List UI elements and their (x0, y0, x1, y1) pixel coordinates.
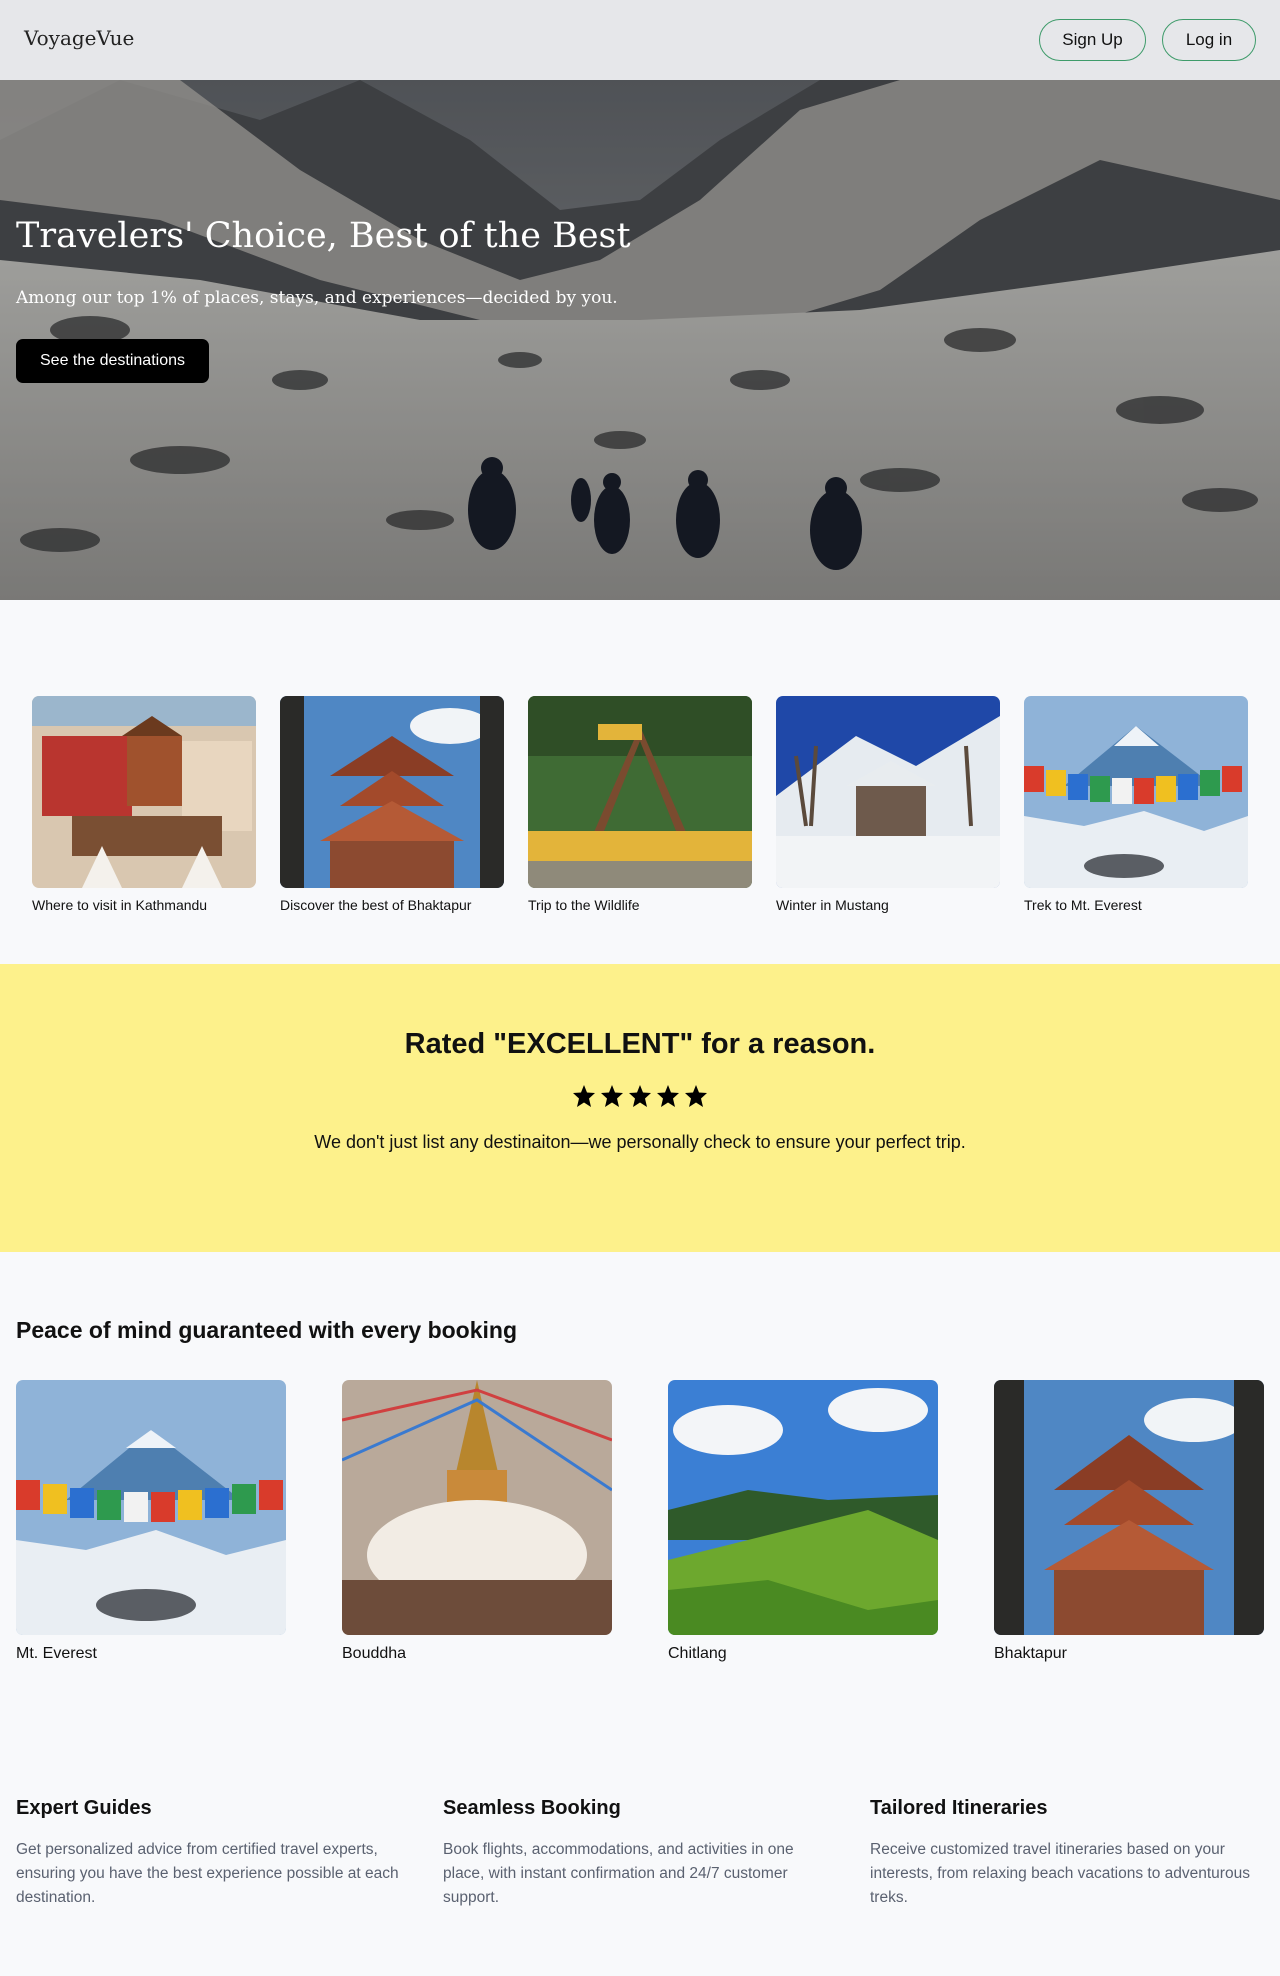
hero-banner: Travelers' Choice, Best of the Best Amon… (0, 80, 1280, 600)
star-icon (629, 1085, 651, 1107)
peace-of-mind-title: Peace of mind guaranteed with every book… (16, 1317, 518, 1343)
peace-item-label: Chitlang (668, 1645, 727, 1662)
peace-card-bouddha[interactable]: Bouddha (342, 1380, 612, 1663)
sign-up-button[interactable]: Sign Up (1039, 19, 1146, 61)
bhaktapur-pagoda-image (994, 1380, 1264, 1635)
rated-description: We don't just list any destinaiton—we pe… (314, 1132, 966, 1152)
feature-expert-guides: Expert Guides Get personalized advice fr… (16, 1797, 412, 1910)
national-park-sign-image (528, 696, 752, 888)
rated-title: Rated "EXCELLENT" for a reason. (404, 1028, 876, 1060)
feature-description: Book flights, accommodations, and activi… (443, 1841, 794, 1906)
feature-description: Receive customized travel itineraries ba… (870, 1841, 1250, 1906)
chitlang-hills-image (668, 1380, 938, 1635)
star-icon (601, 1085, 623, 1107)
bouddha-stupa-image (342, 1380, 612, 1635)
feature-seamless-booking: Seamless Booking Book flights, accommoda… (443, 1797, 839, 1910)
top-navbar: VoyageVue Sign Up Log in (0, 0, 1280, 80)
destination-label: Discover the best of Bhaktapur (280, 897, 472, 913)
peace-item-label: Mt. Everest (16, 1645, 97, 1662)
destination-label: Trek to Mt. Everest (1024, 897, 1142, 913)
destination-card-wildlife[interactable]: Trip to the Wildlife (528, 696, 752, 913)
peace-card-everest[interactable]: Mt. Everest (16, 1380, 286, 1663)
feature-title: Seamless Booking (443, 1797, 621, 1819)
hero-subtitle: Among our top 1% of places, stays, and e… (16, 288, 618, 308)
see-destinations-button[interactable]: See the destinations (16, 339, 209, 383)
feature-title: Tailored Itineraries (870, 1797, 1048, 1819)
everest-prayer-flags-image (16, 1380, 286, 1635)
destination-card-kathmandu[interactable]: Where to visit in Kathmandu (32, 696, 256, 913)
destination-card-mustang[interactable]: Winter in Mustang (776, 696, 1000, 913)
destination-label: Winter in Mustang (776, 897, 889, 913)
destination-label: Where to visit in Kathmandu (32, 897, 208, 913)
peace-card-bhaktapur[interactable]: Bhaktapur (994, 1380, 1264, 1663)
kathmandu-temple-image (32, 696, 256, 888)
mustang-snow-monastery-image (776, 696, 1000, 888)
feature-tailored-itineraries: Tailored Itineraries Receive customized … (870, 1797, 1266, 1910)
rated-excellent-section: Rated "EXCELLENT" for a reason. We don't… (0, 964, 1280, 1252)
destination-card-bhaktapur[interactable]: Discover the best of Bhaktapur (280, 696, 504, 913)
destination-label: Trip to the Wildlife (528, 897, 640, 913)
peace-item-label: Bouddha (342, 1645, 407, 1662)
destination-card-everest[interactable]: Trek to Mt. Everest (1024, 696, 1248, 913)
hero-title: Travelers' Choice, Best of the Best (16, 216, 631, 256)
star-rating (0, 1084, 1280, 1108)
peace-card-chitlang[interactable]: Chitlang (668, 1380, 938, 1663)
feature-description: Get personalized advice from certified t… (16, 1841, 399, 1906)
peace-item-label: Bhaktapur (994, 1645, 1067, 1662)
star-icon (657, 1085, 679, 1107)
star-icon (685, 1085, 707, 1107)
feature-title: Expert Guides (16, 1797, 152, 1819)
everest-prayer-flags-image (1024, 696, 1248, 888)
star-icon (573, 1085, 595, 1107)
bhaktapur-pagoda-image (280, 696, 504, 888)
log-in-button[interactable]: Log in (1162, 19, 1256, 61)
site-logo[interactable]: VoyageVue (24, 26, 134, 50)
